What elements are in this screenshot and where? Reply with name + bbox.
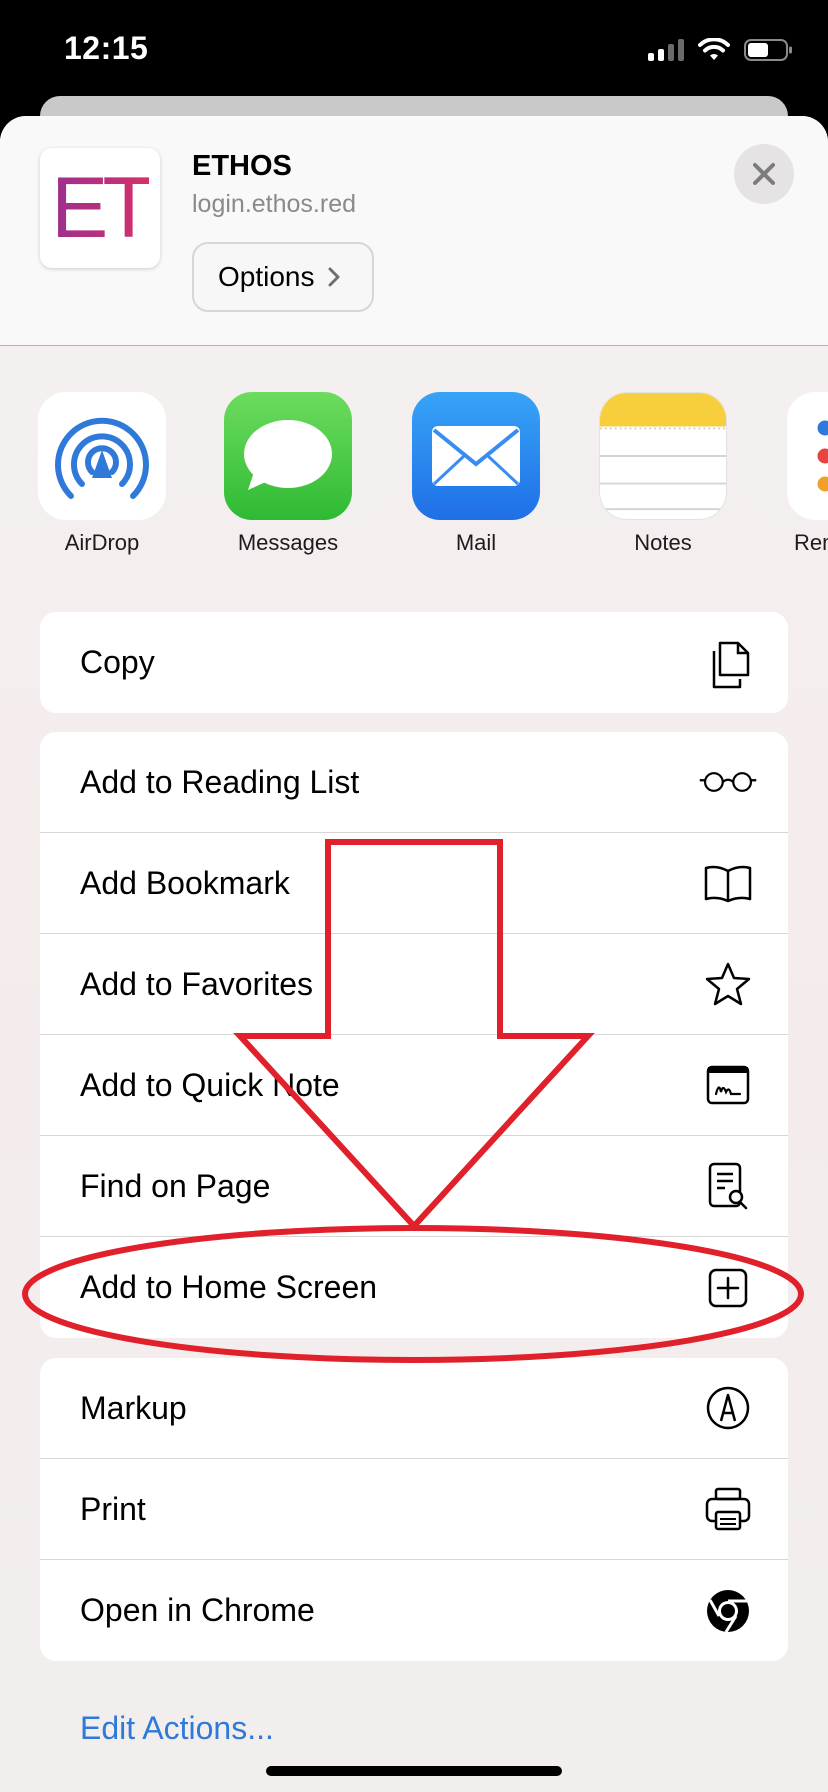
chevron-right-icon: [328, 267, 339, 287]
messages-icon: [224, 392, 352, 520]
action-open-chrome[interactable]: Open in Chrome: [40, 1560, 788, 1661]
book-icon: [698, 853, 758, 913]
action-label: Add Bookmark: [80, 864, 290, 901]
more-actions-group: Markup Print Open in Chrome: [40, 1358, 788, 1661]
action-add-reading-list[interactable]: Add to Reading List: [40, 732, 788, 833]
airdrop-icon: [38, 392, 166, 520]
cellular-signal-icon: [648, 39, 684, 61]
share-apps-row: AirDrop Messages Mail Notes Re: [0, 392, 828, 582]
app-label: Rem: [794, 530, 828, 555]
share-app-reminders[interactable]: Rem: [772, 392, 828, 556]
site-logo: ET: [51, 159, 155, 256]
options-label: Options: [218, 261, 315, 292]
action-add-bookmark[interactable]: Add Bookmark: [40, 833, 788, 934]
action-label: Add to Favorites: [80, 965, 313, 1002]
app-label: AirDrop: [64, 530, 140, 555]
wifi-icon: [698, 38, 730, 60]
home-indicator: [266, 1766, 562, 1776]
status-time: 12:15: [64, 30, 149, 66]
action-print[interactable]: Print: [40, 1459, 788, 1560]
action-add-home-screen[interactable]: Add to Home Screen: [40, 1237, 788, 1338]
edit-actions-link[interactable]: Edit Actions...: [80, 1710, 274, 1747]
action-add-favorites[interactable]: Add to Favorites: [40, 934, 788, 1035]
options-button[interactable]: Options: [192, 242, 374, 312]
close-button[interactable]: [734, 144, 794, 204]
site-thumbnail: ET: [40, 148, 160, 268]
status-icons: [648, 38, 794, 62]
chrome-icon: [698, 1581, 758, 1641]
notes-icon: [599, 392, 727, 520]
quick-note-icon: [698, 1055, 758, 1115]
action-add-quick-note[interactable]: Add to Quick Note: [40, 1035, 788, 1136]
reminders-icon: [787, 392, 828, 520]
action-label: Add to Reading List: [80, 763, 360, 800]
action-copy[interactable]: Copy: [40, 612, 788, 713]
share-sheet-header: ET ETHOS login.ethos.red Options: [0, 116, 828, 346]
glasses-icon: [698, 752, 758, 812]
app-label: Mail: [455, 530, 497, 555]
site-url: login.ethos.red: [192, 190, 357, 218]
action-label: Print: [80, 1490, 146, 1527]
find-on-page-icon: [698, 1156, 758, 1216]
share-sheet: ET ETHOS login.ethos.red Options AirDrop…: [0, 116, 828, 1792]
site-title: ETHOS: [192, 150, 292, 182]
action-label: Find on Page: [80, 1167, 271, 1204]
add-square-icon: [698, 1258, 758, 1318]
action-label: Copy: [80, 644, 155, 680]
action-label: Markup: [80, 1389, 187, 1426]
markup-icon: [698, 1378, 758, 1438]
share-app-messages[interactable]: Messages: [208, 392, 368, 556]
printer-icon: [698, 1479, 758, 1539]
actions-group: Add to Reading List Add Bookmark Add to …: [40, 732, 788, 1338]
copy-icon: [698, 633, 758, 693]
action-label: Add to Home Screen: [80, 1269, 378, 1305]
app-label: Notes: [634, 530, 692, 555]
action-label: Add to Quick Note: [80, 1066, 340, 1103]
star-icon: [698, 954, 758, 1014]
share-app-airdrop[interactable]: AirDrop: [22, 392, 182, 556]
action-markup[interactable]: Markup: [40, 1358, 788, 1459]
app-label: Messages: [237, 530, 339, 555]
share-app-notes[interactable]: Notes: [583, 392, 743, 556]
battery-icon: [744, 39, 792, 61]
copy-group: Copy: [40, 612, 788, 713]
status-bar: 12:15: [0, 0, 828, 96]
close-icon: [753, 163, 775, 185]
mail-icon: [412, 392, 540, 520]
action-find-on-page[interactable]: Find on Page: [40, 1136, 788, 1237]
action-label: Open in Chrome: [80, 1592, 315, 1628]
share-app-mail[interactable]: Mail: [396, 392, 556, 556]
